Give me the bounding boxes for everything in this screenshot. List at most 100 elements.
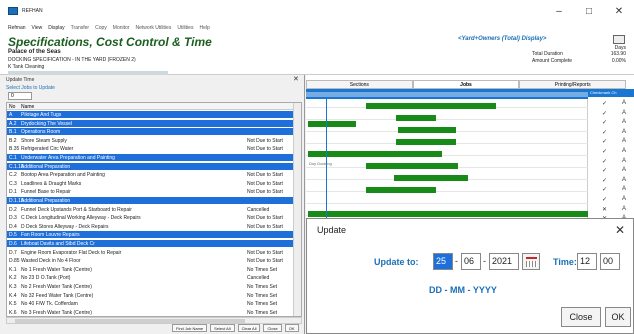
display-options-button[interactable] — [613, 35, 625, 44]
status-letter: A — [622, 128, 627, 135]
gantt-bar[interactable] — [308, 121, 356, 127]
table-row[interactable]: K.6 No 3 Fresh Water Tank (Centre) No Time… — [7, 309, 294, 316]
table-row[interactable]: A Pilotage And Tugs — [7, 111, 294, 118]
vertical-scrollbar[interactable] — [293, 103, 301, 316]
gantt-bar[interactable] — [396, 139, 456, 145]
menu-network-utilities[interactable]: Network Utilities — [135, 25, 171, 31]
menu-transfer[interactable]: Transfer — [71, 25, 89, 31]
update-time-title: Update Time — [6, 77, 35, 83]
table-row[interactable]: D.3 C Deck Longitudinal Working Alleyway … — [7, 214, 294, 221]
scroll-thumb[interactable] — [15, 319, 245, 323]
table-row[interactable]: D.1 Funnel Base to Repair Not Due to Start — [7, 188, 294, 195]
check-icon[interactable]: ✓ — [602, 110, 607, 117]
col-name-header[interactable]: Name — [21, 104, 34, 110]
tab-sections[interactable]: Sections — [306, 80, 413, 89]
check-icon[interactable]: ✓ — [602, 119, 607, 126]
gantt-bar[interactable] — [366, 187, 436, 193]
close-window-button[interactable]: ✕ — [604, 0, 634, 22]
row-no: D.5 — [9, 232, 17, 239]
day-field[interactable]: 25 — [433, 253, 453, 270]
check-icon[interactable]: ✓ — [602, 158, 607, 165]
select-all-button[interactable]: Select All — [210, 324, 235, 332]
find-job-name-button[interactable]: Find Job Name — [172, 324, 208, 332]
tab-jobs[interactable]: Jobs — [412, 80, 520, 89]
status-letter: A — [622, 119, 627, 126]
update-dialog: Update ✕ Update to: 25 - 06 - 2021 Time:… — [306, 218, 634, 334]
table-row[interactable]: D.1.15 Additional Preparation — [7, 197, 294, 204]
cross-icon[interactable]: ✕ — [602, 206, 607, 213]
row-name: No 2 Fresh Water Tank (Centre) — [21, 284, 92, 290]
row-name: No 23 D O.Tank (Port) — [21, 275, 71, 282]
check-icon[interactable]: ✓ — [602, 177, 607, 184]
table-row[interactable]: K.1 No 1 Fresh Water Tank (Centre) No Time… — [7, 266, 294, 273]
check-icon[interactable]: ✓ — [602, 138, 607, 145]
row-status: Not Due to Start — [247, 180, 283, 187]
minute-field[interactable]: 00 — [600, 253, 620, 270]
table-row[interactable]: D.6 Lifeboat Davits and Stbd Deck Cr — [7, 240, 294, 247]
gantt-bar[interactable] — [366, 103, 496, 109]
year-field[interactable]: 2021 — [489, 253, 519, 270]
menu-refman[interactable]: Refman — [8, 25, 26, 31]
close-list-button[interactable]: Close — [263, 324, 282, 332]
table-row[interactable]: C.2 Bootop Area Preparation and Painting N… — [7, 171, 294, 178]
gantt-bar[interactable] — [398, 127, 456, 133]
tab-printing-reports[interactable]: Printing/Reports — [519, 80, 627, 89]
check-icon[interactable]: ✓ — [602, 186, 607, 193]
menu-view[interactable]: View — [32, 25, 43, 31]
ok-button[interactable]: OK — [605, 307, 631, 327]
col-no-header[interactable]: No — [9, 104, 15, 110]
menu-copy[interactable]: Copy — [95, 25, 107, 31]
table-row[interactable]: K.2 No 23 D O.Tank (Port) Cancelled — [7, 274, 294, 281]
owner-display-link[interactable]: <Yard+Owners (Total) Display> — [458, 36, 546, 42]
check-icon[interactable]: ✓ — [602, 129, 607, 136]
check-icon[interactable]: ✓ — [602, 167, 607, 174]
clear-all-button[interactable]: Clear All — [237, 324, 261, 332]
horizontal-scrollbar[interactable] — [6, 317, 302, 324]
table-row[interactable]: D.5 Fan Room Louvre Repairs — [7, 231, 294, 239]
gantt-bar[interactable] — [394, 175, 468, 181]
row-name: D Deck Stores Alleyway - Deck Repairs — [21, 223, 109, 230]
table-row[interactable]: D.4 D Deck Stores Alleyway - Deck Repairs… — [7, 223, 294, 230]
table-row[interactable]: B.1 Operations Room — [7, 128, 294, 136]
table-row[interactable]: D.85 Wasted Deck in No 4 Floor Not Due to … — [7, 257, 294, 264]
table-row[interactable]: C.1 Underwater Area Preparation and Paint… — [7, 154, 294, 161]
minimize-button[interactable]: – — [544, 0, 574, 22]
window-controls: – □ ✕ — [544, 0, 634, 22]
filter-input[interactable]: 0 — [8, 92, 32, 100]
menu-utilities[interactable]: Utilities — [177, 25, 193, 31]
row-line — [306, 203, 588, 204]
menu-help[interactable]: Help — [199, 25, 209, 31]
update-close-icon[interactable]: ✕ — [615, 223, 625, 237]
table-row[interactable]: B.35 Refrigerated Circ Water Not Due to St… — [7, 145, 294, 152]
row-no: B.2 — [9, 137, 17, 144]
gantt-bar[interactable] — [308, 211, 588, 217]
menu-display[interactable]: Display — [48, 25, 64, 31]
table-row[interactable]: A.2 Drydocking The Vessel — [7, 119, 294, 127]
check-icon[interactable]: ✓ — [602, 100, 607, 107]
table-row[interactable]: C.1.15 Additional Preparation — [7, 162, 294, 170]
table-row[interactable]: K.4 No 32 Feed Water Tank (Centre) No Time… — [7, 292, 294, 299]
table-row[interactable]: D.2 Funnel Deck Upstands Port & Starboard… — [7, 206, 294, 213]
gantt-bar[interactable] — [366, 163, 458, 169]
table-row[interactable]: K.5 No 40 F/W Tk. Cofferdam No Times Set — [7, 300, 294, 307]
close-button[interactable]: Close — [561, 307, 601, 327]
gantt-bar[interactable] — [308, 151, 442, 157]
check-icon[interactable]: ✓ — [602, 196, 607, 203]
table-row[interactable]: C.3 Loadlines & Draught Marks Not Due to S… — [7, 180, 294, 187]
table-row[interactable]: D.7 Engine Room Evaporator Flat Deck to R… — [7, 249, 294, 256]
menu-monitor[interactable]: Monitor — [113, 25, 130, 31]
gantt-bar[interactable] — [396, 115, 436, 121]
table-row[interactable]: K.3 No 2 Fresh Water Tank (Centre) No Time… — [7, 283, 294, 290]
date-format-hint: DD - MM - YYYY — [429, 285, 497, 295]
calendar-icon[interactable] — [522, 253, 540, 270]
row-name: Bootop Area Preparation and Painting — [21, 172, 105, 179]
table-row[interactable]: B.2 Shore Steam Supply Not Due to Start — [7, 137, 294, 144]
maximize-button[interactable]: □ — [574, 0, 604, 22]
row-name: Loadlines & Draught Marks — [21, 180, 82, 187]
update-time-close-icon[interactable]: ✕ — [293, 75, 299, 83]
month-field[interactable]: 06 — [461, 253, 481, 270]
hour-field[interactable]: 12 — [577, 253, 597, 270]
amount-value: 0.00% — [611, 58, 626, 64]
check-icon[interactable]: ✓ — [602, 148, 607, 155]
ok-list-button[interactable]: OK — [284, 324, 299, 332]
